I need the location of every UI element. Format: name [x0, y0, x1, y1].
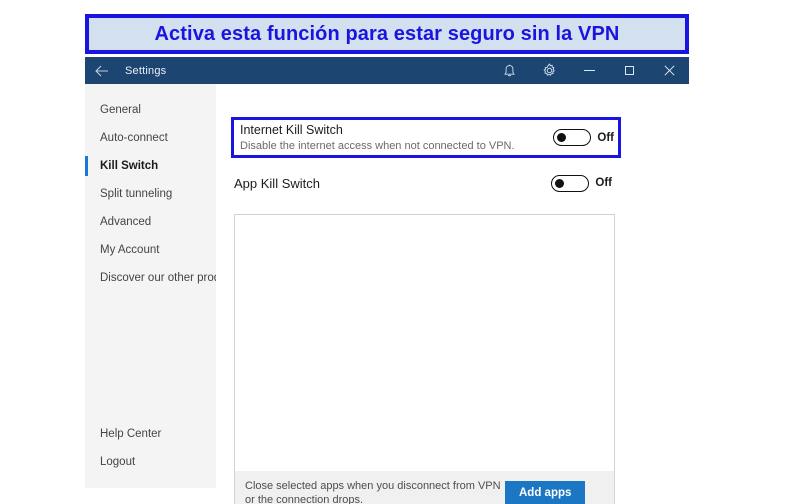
- internet-kill-switch-title: Internet Kill Switch: [240, 122, 343, 137]
- kill-switch-panel: Internet Kill Switch Disable the interne…: [216, 84, 689, 504]
- sidebar-item-label: Advanced: [100, 216, 152, 228]
- annotation-banner-text: Activa esta función para estar seguro si…: [154, 22, 620, 45]
- toggle-knob: [555, 178, 565, 188]
- app-kill-switch-toggle-state: Off: [595, 177, 612, 189]
- sidebar-item-label: Auto-connect: [100, 132, 168, 144]
- back-arrow-icon[interactable]: [85, 57, 119, 84]
- app-kill-switch-footer: Close selected apps when you disconnect …: [234, 471, 615, 504]
- sidebar-item-logout[interactable]: Logout: [85, 448, 216, 476]
- gear-icon[interactable]: [529, 57, 569, 84]
- sidebar-item-auto-connect[interactable]: Auto-connect: [85, 124, 216, 152]
- toggle-knob: [557, 133, 567, 142]
- sidebar-item-label: My Account: [100, 244, 160, 256]
- minimize-button[interactable]: [569, 57, 609, 84]
- internet-kill-switch-toggle-state: Off: [597, 131, 614, 144]
- annotation-banner: Activa esta función para estar seguro si…: [85, 14, 689, 54]
- close-icon: [663, 65, 675, 76]
- sidebar-item-label: Split tunneling: [100, 188, 173, 200]
- minimize-icon: [583, 70, 595, 71]
- sidebar-item-label: Logout: [100, 456, 136, 468]
- sidebar-bottom-group: Help Center Logout: [85, 420, 216, 488]
- settings-sidebar: General Auto-connect Kill Switch Split t…: [85, 84, 241, 488]
- sidebar-item-discover-products[interactable]: Discover our other products: [85, 264, 241, 292]
- close-button[interactable]: [649, 57, 689, 84]
- sidebar-item-my-account[interactable]: My Account: [85, 236, 216, 264]
- app-kill-switch-toggle[interactable]: [551, 174, 590, 192]
- internet-kill-switch-description: Disable the internet access when not con…: [240, 139, 515, 152]
- sidebar-item-label: General: [100, 104, 141, 116]
- maximize-icon: [624, 66, 634, 75]
- sidebar-item-split-tunneling[interactable]: Split tunneling: [85, 180, 216, 208]
- sidebar-item-label: Kill Switch: [100, 160, 159, 172]
- internet-kill-switch-row[interactable]: Internet Kill Switch Disable the interne…: [231, 117, 621, 158]
- app-kill-switch-title: App Kill Switch: [234, 175, 320, 191]
- bell-icon[interactable]: [489, 57, 529, 84]
- screenshot-root: Activa esta función para estar seguro si…: [0, 0, 806, 504]
- selected-apps-list[interactable]: [234, 214, 615, 472]
- sidebar-item-help-center[interactable]: Help Center: [85, 420, 216, 448]
- internet-kill-switch-texts: Internet Kill Switch Disable the interne…: [234, 123, 553, 153]
- maximize-button[interactable]: [609, 57, 649, 84]
- window-titlebar: Settings: [85, 57, 689, 84]
- internet-kill-switch-toggle-group[interactable]: Off: [553, 129, 618, 146]
- sidebar-item-general[interactable]: General: [85, 96, 216, 124]
- add-apps-button[interactable]: Add apps: [505, 481, 586, 504]
- app-kill-switch-row[interactable]: App Kill Switch Off: [234, 172, 616, 194]
- sidebar-item-advanced[interactable]: Advanced: [85, 208, 216, 236]
- sidebar-item-label: Help Center: [100, 428, 162, 440]
- app-kill-switch-footer-text: Close selected apps when you disconnect …: [245, 480, 501, 504]
- internet-kill-switch-toggle[interactable]: [553, 129, 592, 146]
- window-title: Settings: [125, 64, 167, 77]
- sidebar-item-kill-switch[interactable]: Kill Switch: [85, 152, 216, 180]
- window-body: General Auto-connect Kill Switch Split t…: [85, 84, 689, 504]
- vpn-settings-window: Settings General Auto-connect Kill Switc…: [85, 57, 689, 504]
- app-kill-switch-toggle-group[interactable]: Off: [551, 174, 616, 192]
